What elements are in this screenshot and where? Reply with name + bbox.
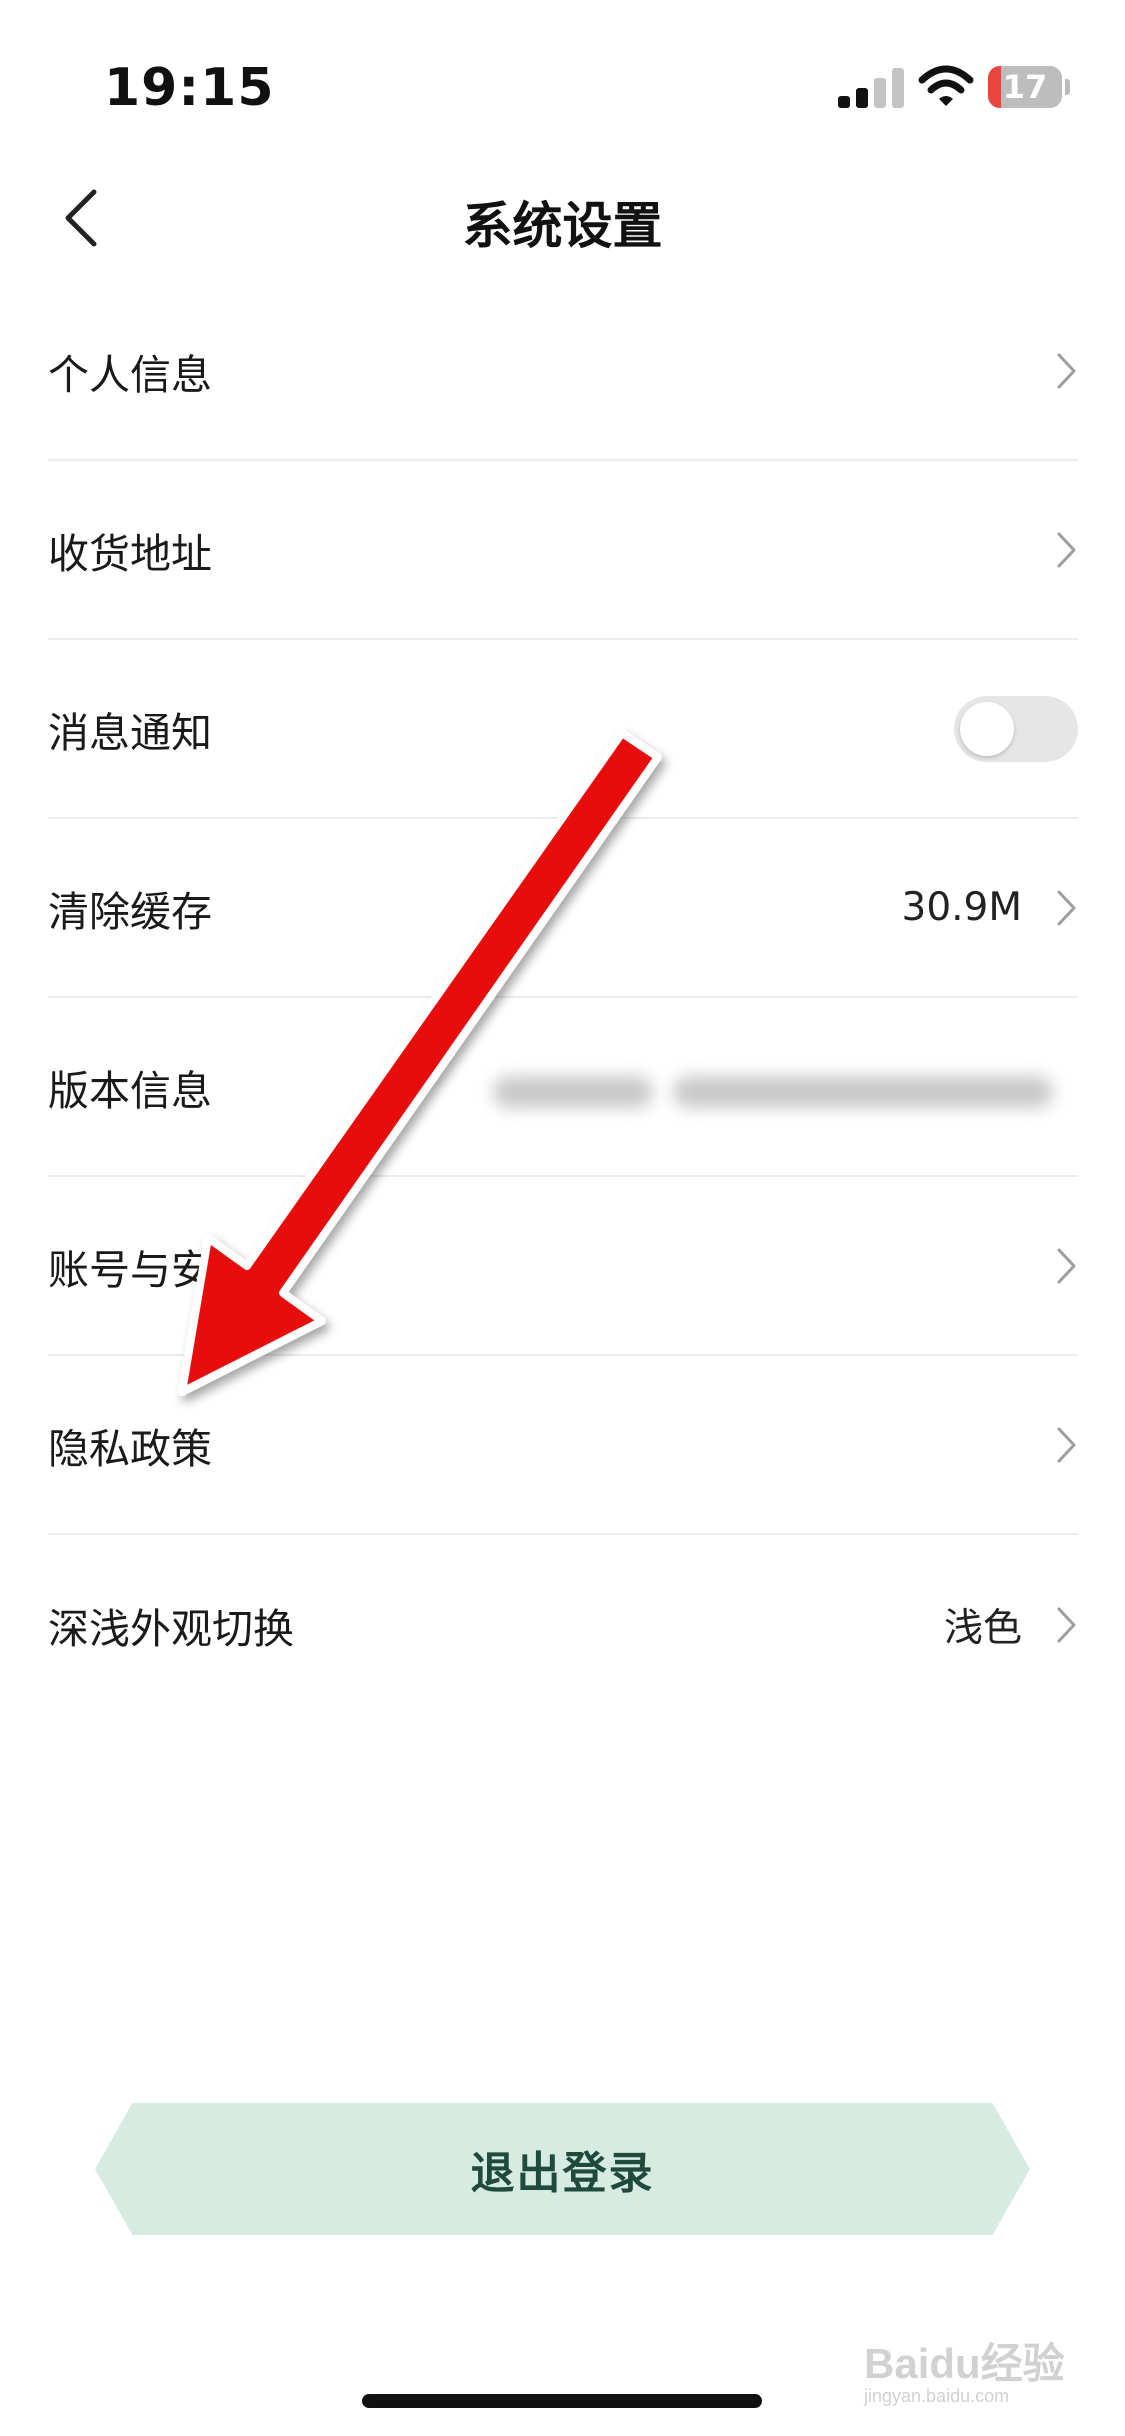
settings-item-label: 收货地址 bbox=[48, 529, 212, 578]
settings-item-privacy-policy[interactable]: 隐私政策 bbox=[48, 1356, 1078, 1535]
appearance-value: 浅色 bbox=[943, 1605, 1022, 1651]
settings-item-right bbox=[954, 640, 1078, 817]
status-time: 19:15 bbox=[104, 58, 275, 118]
settings-item-label: 深浅外观切换 bbox=[48, 1604, 294, 1653]
chevron-right-icon bbox=[1057, 532, 1076, 567]
watermark-brand: Baidu经验 bbox=[864, 2340, 1065, 2387]
chevron-right-icon bbox=[1057, 353, 1076, 388]
settings-item-right: 浅色 bbox=[944, 1535, 1078, 1714]
cache-size-value: 30.9M bbox=[901, 885, 1023, 930]
battery-body: 17 bbox=[988, 66, 1062, 108]
nav-header: 系统设置 bbox=[0, 160, 1125, 280]
redacted-version-text bbox=[673, 1076, 1053, 1108]
settings-item-appearance[interactable]: 深浅外观切换 浅色 bbox=[48, 1535, 1078, 1714]
redacted-version-text bbox=[493, 1076, 653, 1108]
settings-item-notifications: 消息通知 bbox=[48, 640, 1078, 819]
settings-item-right: 30.9M bbox=[902, 819, 1079, 996]
chevron-right-icon bbox=[1057, 1427, 1076, 1462]
settings-item-clear-cache[interactable]: 清除缓存 30.9M bbox=[48, 819, 1078, 998]
watermark: Baidu经验 jingyan.baidu.com bbox=[864, 2330, 1074, 2406]
battery-cap bbox=[1065, 79, 1070, 95]
settings-item-label: 版本信息 bbox=[48, 1066, 212, 1115]
settings-item-account-security[interactable]: 账号与安 bbox=[48, 1177, 1078, 1356]
battery-icon: 17 bbox=[988, 66, 1070, 108]
cellular-signal-icon bbox=[838, 68, 904, 108]
settings-item-right bbox=[1056, 282, 1078, 459]
settings-item-personal-info[interactable]: 个人信息 bbox=[48, 282, 1078, 461]
settings-item-label: 个人信息 bbox=[48, 350, 212, 399]
logout-button[interactable]: 退出登录 bbox=[95, 2103, 1030, 2235]
settings-item-label: 清除缓存 bbox=[48, 887, 212, 936]
notifications-toggle[interactable] bbox=[954, 695, 1078, 762]
chevron-right-icon bbox=[1057, 1248, 1076, 1283]
status-bar: 19:15 17 bbox=[0, 0, 1125, 150]
settings-item-right bbox=[1056, 1356, 1078, 1533]
settings-item-label: 隐私政策 bbox=[48, 1424, 212, 1473]
settings-item-label: 消息通知 bbox=[48, 708, 212, 757]
settings-item-label: 账号与安 bbox=[48, 1245, 212, 1294]
wifi-icon bbox=[918, 65, 974, 106]
settings-item-shipping-address[interactable]: 收货地址 bbox=[48, 461, 1078, 640]
settings-item-version-info: 版本信息 bbox=[48, 998, 1078, 1177]
home-indicator[interactable] bbox=[362, 2394, 762, 2408]
page-title: 系统设置 bbox=[462, 197, 663, 255]
chevron-right-icon bbox=[1057, 890, 1076, 925]
battery-level: 17 bbox=[1002, 68, 1048, 106]
settings-item-right bbox=[1056, 1177, 1078, 1354]
toggle-knob bbox=[960, 701, 1014, 756]
logout-label: 退出登录 bbox=[470, 2148, 655, 2199]
settings-list: 个人信息 收货地址 消息通知 清除缓存 30.9M 版本信息 账号与安 隐私政策… bbox=[48, 282, 1078, 1714]
watermark-domain: jingyan.baidu.com bbox=[864, 2386, 1010, 2406]
chevron-right-icon bbox=[1057, 1607, 1076, 1642]
settings-item-right bbox=[1056, 461, 1078, 638]
